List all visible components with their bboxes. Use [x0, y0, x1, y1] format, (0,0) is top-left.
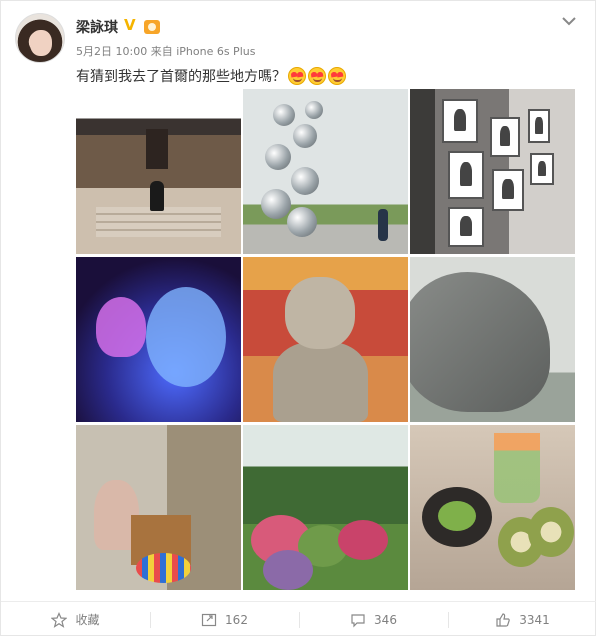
heart-eyes-emoji-icon [328, 67, 346, 85]
like-button[interactable]: 3341 [448, 602, 596, 636]
author-name[interactable]: 梁詠琪 [76, 17, 118, 37]
action-bar: 收藏 162 346 3341 [1, 601, 596, 636]
verified-v-icon[interactable]: V [124, 16, 138, 34]
avatar[interactable] [15, 13, 65, 63]
like-count: 3341 [519, 612, 550, 627]
comment-icon [351, 613, 365, 627]
photo-food[interactable] [410, 425, 575, 590]
chevron-down-icon [562, 17, 576, 26]
weibo-post-card: 梁詠琪 V 5月2日 10:00 来自 iPhone 6s Plus 有猜到我去… [0, 0, 596, 636]
favorite-label: 收藏 [75, 613, 100, 627]
heart-eyes-emoji-icon [288, 67, 306, 85]
thumbs-up-icon [496, 612, 510, 627]
photo-building[interactable] [410, 257, 575, 422]
photo-palace[interactable] [76, 89, 241, 254]
post-date[interactable]: 5月2日 10:00 [76, 45, 147, 58]
source-prefix: 来自 [150, 45, 173, 58]
post-source: iPhone 6s Plus [176, 45, 256, 58]
photo-buddha-statue[interactable] [243, 257, 408, 422]
post-options-button[interactable] [559, 13, 579, 29]
photo-gallery[interactable] [410, 89, 575, 254]
photo-child[interactable] [76, 425, 241, 590]
repost-count: 162 [225, 612, 248, 627]
post-text-content: 有猜到我去了首爾的那些地方嗎？ [76, 69, 286, 85]
post-text: 有猜到我去了首爾的那些地方嗎？ [76, 66, 346, 86]
heart-eyes-emoji-icon [308, 67, 326, 85]
repost-button[interactable]: 162 [150, 602, 299, 636]
photo-sculpture[interactable] [243, 89, 408, 254]
author-row: 梁詠琪 V [76, 16, 160, 37]
repost-icon [201, 613, 217, 626]
favorite-button[interactable]: 收藏 [1, 602, 150, 636]
star-icon [51, 611, 68, 628]
member-crown-icon[interactable] [144, 20, 160, 34]
photo-garden[interactable] [243, 425, 408, 590]
comment-count: 346 [374, 612, 397, 627]
comment-button[interactable]: 346 [299, 602, 448, 636]
photo-dancers[interactable] [76, 257, 241, 422]
photo-grid [76, 89, 576, 591]
post-meta: 5月2日 10:00 来自 iPhone 6s Plus [76, 43, 255, 59]
